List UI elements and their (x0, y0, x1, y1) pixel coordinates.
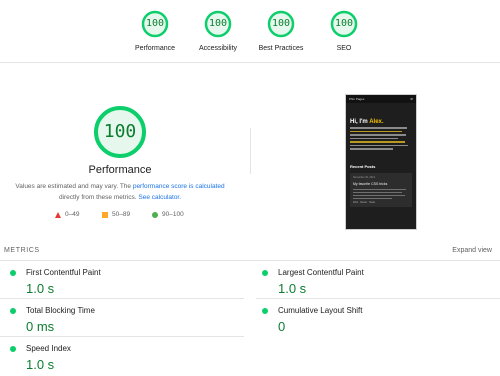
metric-label: Speed Index (26, 344, 71, 353)
category-seo[interactable]: 100 SEO (304, 10, 384, 52)
metrics-row-divider (0, 298, 244, 299)
legend-average: 50–89 (102, 211, 130, 218)
hero-title: Performance (88, 164, 152, 176)
score-legend: 0–49 50–89 90–100 (50, 211, 200, 221)
preview-post-tags: Web · React · Node (353, 201, 376, 205)
metrics-row-divider (0, 336, 244, 337)
hero-note-prefix: Values are estimated and may vary. The (15, 183, 133, 190)
fail-triangle-icon (55, 211, 61, 218)
metrics-row-divider (256, 298, 500, 299)
preview-greeting-name: Alex. (369, 119, 384, 125)
hero-performance-score: 100 (103, 121, 137, 142)
best-practices-gauge: 100 (267, 10, 295, 38)
metric-largest-contentful-paint: Largest Contentful Paint 1.0 s (256, 266, 486, 296)
metric-value: 1.0 s (26, 357, 55, 372)
best-practices-score: 100 (271, 18, 291, 29)
metric-label: First Contentful Paint (26, 268, 101, 277)
legend-pass-range: 90–100 (162, 211, 184, 218)
metric-label: Total Blocking Time (26, 306, 95, 315)
legend-fail-range: 0–49 (65, 211, 80, 218)
accessibility-gauge: 100 (204, 10, 232, 38)
seo-label: SEO (336, 45, 352, 52)
score-calculation-link[interactable]: performance score is calculated (133, 183, 225, 190)
metric-total-blocking-time: Total Blocking Time 0 ms (4, 304, 234, 334)
pass-circle-icon (262, 308, 268, 314)
hero-note: Values are estimated and may vary. The p… (10, 181, 230, 203)
legend-pass: 90–100 (152, 211, 184, 218)
metric-cumulative-layout-shift: Cumulative Layout Shift 0 (256, 304, 486, 334)
legend-average-range: 50–89 (112, 211, 131, 218)
pass-circle-icon (10, 308, 16, 314)
metrics-heading: METRICS (4, 247, 40, 254)
metric-value: 0 (278, 319, 286, 334)
hero-note-mid: directly from these metrics. (58, 194, 139, 201)
metric-label: Largest Contentful Paint (278, 268, 364, 277)
metric-value: 0 ms (26, 319, 55, 334)
metrics-top-divider (0, 260, 500, 261)
performance-score: 100 (145, 18, 165, 29)
final-screenshot-thumbnail[interactable]: Phin Pages ⚙ Hi, I'm Alex. Recent Posts … (345, 94, 417, 230)
preview-intro-text (350, 127, 412, 150)
summary-divider (0, 62, 500, 63)
preview-greeting-text: Hi, I'm (350, 119, 370, 125)
expand-view-toggle[interactable]: Expand view (452, 247, 492, 254)
preview-post-title: My favorite CSS tricks (353, 181, 388, 186)
preview-greeting: Hi, I'm Alex. (350, 119, 412, 125)
preview-settings-icon: ⚙ (410, 97, 413, 101)
accessibility-score: 100 (208, 18, 228, 29)
seo-gauge: 100 (330, 10, 358, 38)
preview-header: Phin Pages ⚙ (346, 95, 416, 103)
hero-performance-gauge: 100 (93, 105, 147, 159)
pass-circle-icon (10, 270, 16, 276)
hero-separator (250, 128, 251, 174)
preview-post-date: November 20, 2021 (353, 175, 375, 179)
legend-fail: 0–49 (55, 211, 79, 218)
metric-speed-index: Speed Index 1.0 s (4, 342, 234, 372)
pass-circle-icon (262, 270, 268, 276)
average-square-icon (102, 211, 108, 218)
preview-site-name: Phin Pages (349, 97, 365, 101)
metric-label: Cumulative Layout Shift (278, 306, 363, 315)
performance-gauge: 100 (141, 10, 169, 38)
metric-value: 1.0 s (26, 281, 55, 296)
calculator-link[interactable]: See calculator. (138, 194, 181, 201)
metric-first-contentful-paint: First Contentful Paint 1.0 s (4, 266, 234, 296)
preview-post-card: November 20, 2021 My favorite CSS tricks… (350, 172, 412, 208)
metric-value: 1.0 s (278, 281, 307, 296)
seo-score: 100 (334, 18, 354, 29)
pass-circle-icon (10, 346, 16, 352)
category-summary: 100 Performance 100 Accessibility 100 Be… (0, 0, 500, 60)
pass-circle-icon (152, 211, 158, 218)
preview-recent-heading: Recent Posts (350, 163, 376, 169)
